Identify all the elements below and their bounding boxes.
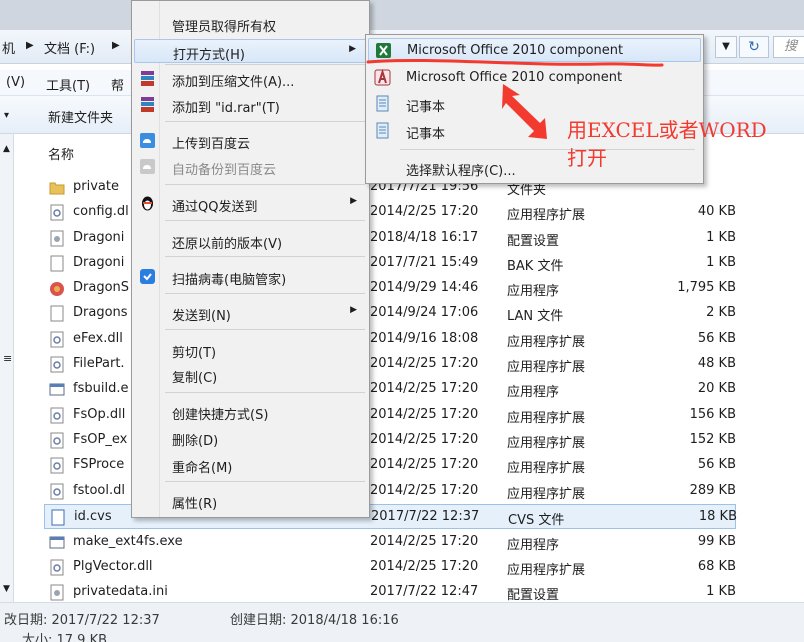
- annotation-arrow-icon: [502, 84, 547, 139]
- annotation-line-1: 用EXCEL或者WORD: [567, 118, 767, 142]
- annotation-line-2: 打开: [567, 146, 607, 170]
- annotation-drawing: [366, 58, 664, 139]
- annotation-text: 用EXCEL或者WORD 打开: [567, 116, 767, 172]
- annotation-underline: [366, 58, 664, 67]
